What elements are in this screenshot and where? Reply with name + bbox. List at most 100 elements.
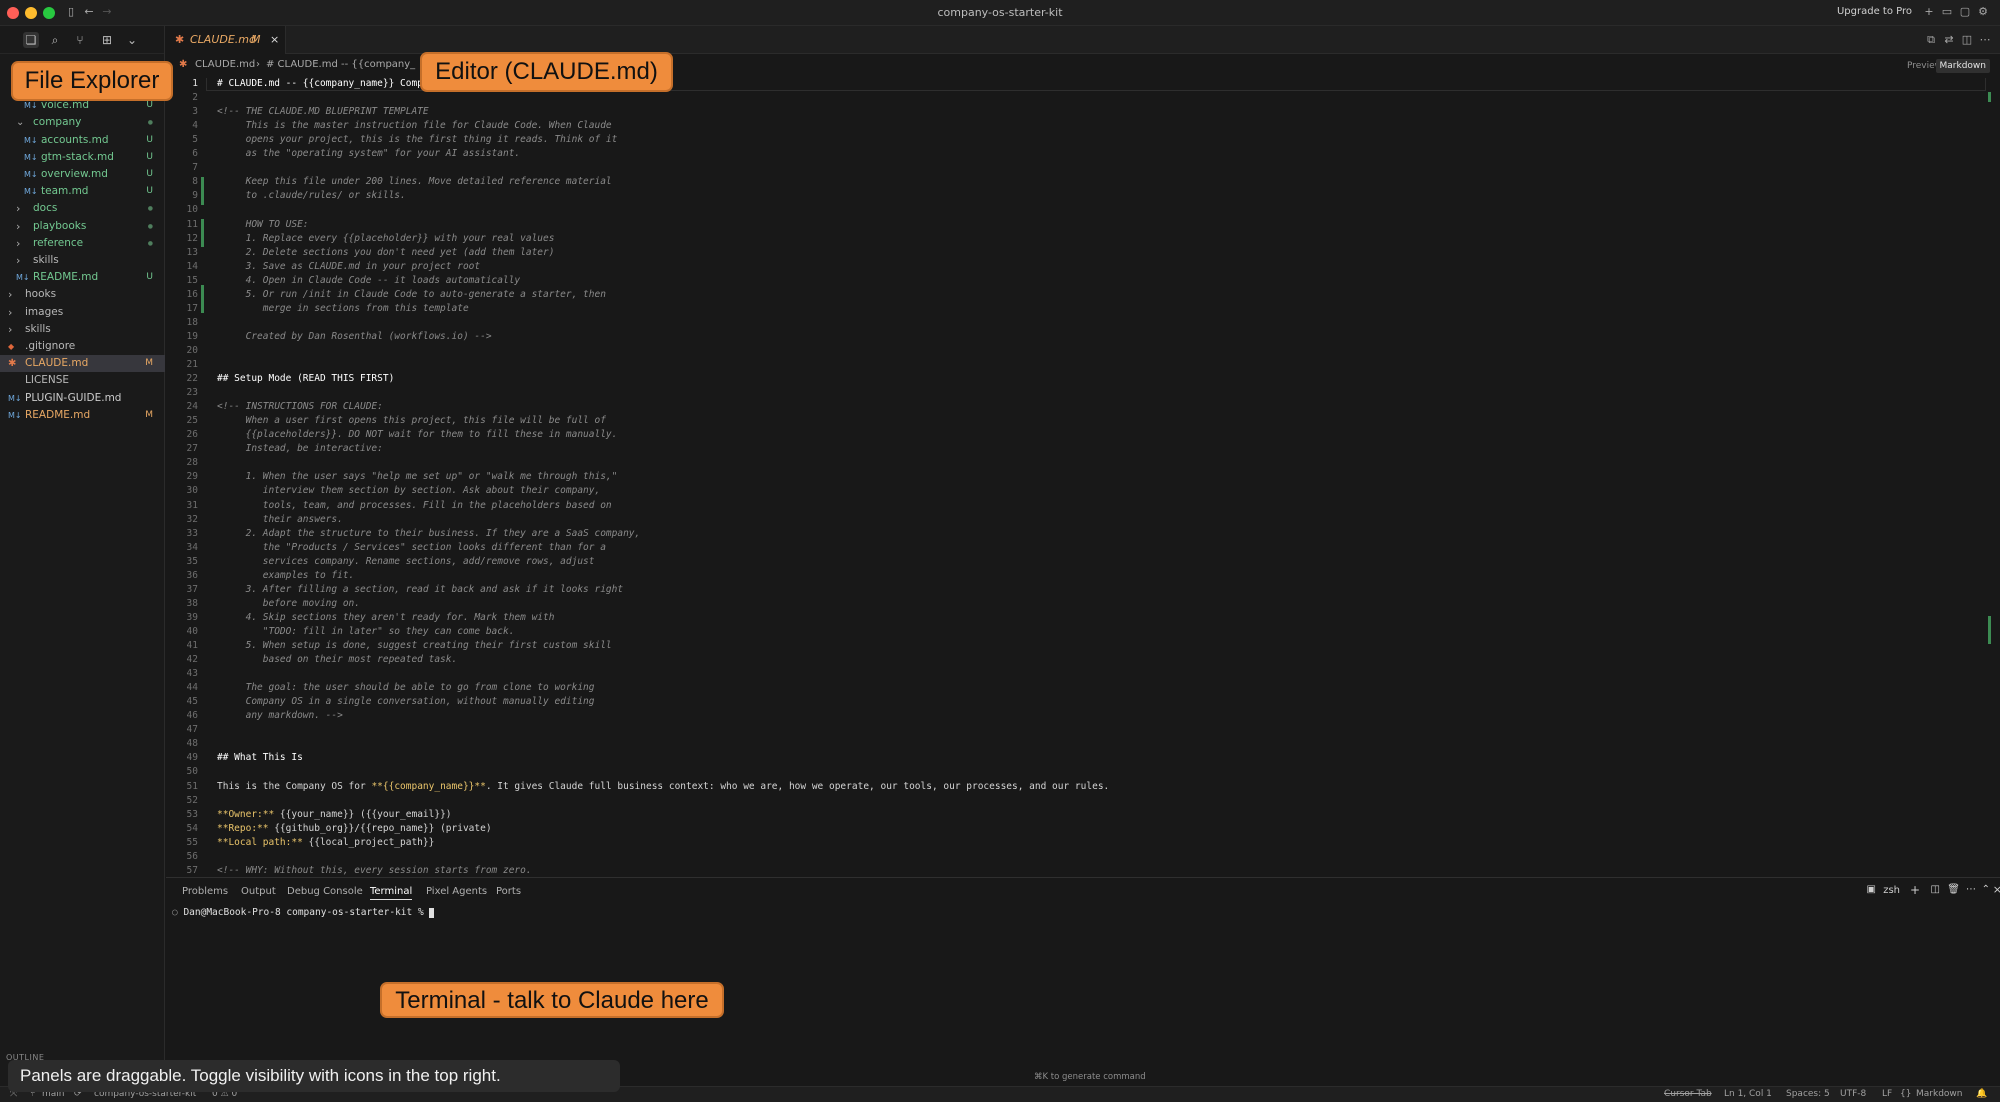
sidebar-item[interactable]: ⌄ company ● xyxy=(0,114,165,131)
tab-claude-md[interactable]: ✱ CLAUDE.md M × xyxy=(166,26,286,54)
line-number: 26 xyxy=(186,429,198,441)
code-line: ## Setup Mode (READ THIS FIRST) xyxy=(217,373,395,385)
line-number: 39 xyxy=(186,611,198,623)
sidebar-item-label: skills xyxy=(25,322,51,335)
panel-tab[interactable]: Terminal xyxy=(370,886,413,900)
split-terminal-icon[interactable]: ◫ xyxy=(1931,884,1940,895)
code-line: **Repo:** {{github_org}}/{{repo_name}} (… xyxy=(217,822,492,834)
breadcrumb-section[interactable]: # CLAUDE.md -- {{company_ xyxy=(266,56,415,74)
indentation[interactable]: Spaces: 5 xyxy=(1786,1087,1830,1102)
sidebar-item[interactable]: › skills xyxy=(0,252,165,269)
chat-icon[interactable]: ▢ xyxy=(1958,5,1972,19)
code-editor[interactable]: 1 # CLAUDE.md -- {{company_name}} Compa 2 3… xyxy=(166,78,1988,876)
chevron-right-icon: › xyxy=(16,236,21,250)
new-window-icon[interactable]: + xyxy=(1922,5,1936,19)
sidebar-item[interactable]: M↓ PLUGIN-GUIDE.md xyxy=(0,390,165,407)
source-control-icon[interactable]: ⑂ xyxy=(72,32,88,48)
code-line: <!-- WHY: Without this, every session st… xyxy=(217,864,532,876)
code-line: tools, team, and processes. Fill in the … xyxy=(217,499,612,511)
sidebar-item[interactable]: M↓ README.md U xyxy=(0,269,165,286)
sidebar-item[interactable]: › hooks xyxy=(0,286,165,303)
trash-icon[interactable]: 🗑 xyxy=(1947,884,1960,895)
terminal-prompt-line[interactable]: ○ Dan@MacBook-Pro-8 company-os-starter-k… xyxy=(172,907,435,918)
sidebar-item[interactable]: M↓ gtm-stack.md U xyxy=(0,149,165,166)
line-number: 33 xyxy=(186,527,198,539)
language-mode[interactable]: Markdown xyxy=(1916,1087,1962,1102)
line-number: 34 xyxy=(186,541,198,553)
panel-tab[interactable]: Problems xyxy=(182,886,228,897)
line-number: 30 xyxy=(186,485,198,497)
sidebar-item[interactable]: ◆ .gitignore xyxy=(0,338,165,355)
line-number: 12 xyxy=(186,232,198,244)
code-line: 1. Replace every {{placeholder}} with yo… xyxy=(217,232,555,244)
sidebar-item-label: accounts.md xyxy=(41,133,109,146)
bell-icon[interactable]: 🔔 xyxy=(1976,1087,1987,1102)
panel-tab[interactable]: Output xyxy=(241,886,276,897)
chevron-down-icon[interactable]: ⌄ xyxy=(124,32,140,48)
new-terminal-icon[interactable]: + xyxy=(1910,883,1920,897)
line-number: 57 xyxy=(186,864,198,876)
sidebar-item[interactable]: M↓ team.md U xyxy=(0,183,165,200)
git-status-badge: ● xyxy=(147,239,153,247)
open-preview-icon[interactable]: ⧉ xyxy=(1924,33,1938,47)
markdown-mode-button[interactable]: Markdown xyxy=(1935,59,1990,73)
terminal-shell-icon[interactable]: ▣ xyxy=(1867,884,1876,895)
sidebar-item[interactable]: M↓ accounts.md U xyxy=(0,132,165,149)
maximize-panel-icon[interactable]: ⌃ xyxy=(1982,884,1990,895)
minimap-mark xyxy=(1988,92,1991,102)
toggle-panel-icon[interactable]: ▭ xyxy=(1940,5,1954,19)
cursor-position[interactable]: Ln 1, Col 1 xyxy=(1724,1087,1772,1102)
git-status-badge: U xyxy=(146,134,153,145)
line-number: 36 xyxy=(186,569,198,581)
chevron-right-icon: › xyxy=(16,219,21,233)
search-icon[interactable]: ⌕ xyxy=(47,32,63,48)
close-panel-icon[interactable]: × xyxy=(1993,883,2000,896)
line-number: 53 xyxy=(186,808,198,820)
cursor-tab-status[interactable]: Cursor Tab xyxy=(1664,1087,1712,1102)
sidebar-item[interactable]: › docs ● xyxy=(0,200,165,217)
line-number: 22 xyxy=(186,373,198,385)
tab-status: M xyxy=(251,33,261,46)
scrollbar-mark[interactable] xyxy=(1988,616,1991,644)
sidebar-item[interactable]: M↓ README.md M xyxy=(0,407,165,424)
breadcrumb-file[interactable]: CLAUDE.md xyxy=(195,56,255,74)
line-number: 41 xyxy=(186,640,198,651)
sidebar-item[interactable]: ✱ CLAUDE.md M xyxy=(0,355,165,373)
more-actions-icon[interactable]: ⋯ xyxy=(1978,33,1992,47)
panel-tab[interactable]: Ports xyxy=(496,886,521,897)
shell-label[interactable]: zsh xyxy=(1883,885,1900,896)
sidebar-item[interactable]: › playbooks ● xyxy=(0,218,165,235)
line-number: 48 xyxy=(186,738,198,750)
encoding[interactable]: UTF-8 xyxy=(1840,1087,1866,1102)
explorer-icon[interactable]: ❏ xyxy=(23,32,39,48)
code-line: to .claude/rules/ or skills. xyxy=(217,190,406,202)
sidebar-item[interactable]: LICENSE xyxy=(0,372,165,389)
compare-icon[interactable]: ⇄ xyxy=(1942,33,1956,47)
more-actions-icon[interactable]: ⋯ xyxy=(1966,884,1976,895)
code-line: 4. Skip sections they aren't ready for. … xyxy=(217,611,555,623)
code-line: "TODO: fill in later" so they can come b… xyxy=(217,625,515,637)
sidebar-item[interactable]: › images xyxy=(0,304,165,321)
close-tab-icon[interactable]: × xyxy=(270,26,279,54)
code-line: <!-- THE CLAUDE.MD BLUEPRINT TEMPLATE xyxy=(217,106,429,118)
sidebar-item[interactable]: › skills xyxy=(0,321,165,338)
split-editor-icon[interactable]: ◫ xyxy=(1960,33,1974,47)
sidebar-item[interactable]: › reference ● xyxy=(0,235,165,252)
line-endings[interactable]: LF xyxy=(1882,1087,1892,1102)
git-status-badge: M xyxy=(145,358,153,369)
code-line: **Local path:** {{local_project_path}} xyxy=(217,836,435,848)
panel-tab[interactable]: Debug Console xyxy=(287,886,363,897)
upgrade-to-pro-link[interactable]: Upgrade to Pro xyxy=(1837,6,1912,17)
chevron-down-icon: ⌄ xyxy=(16,117,25,129)
extensions-icon[interactable]: ⊞ xyxy=(99,32,115,48)
sidebar-item[interactable]: M↓ overview.md U xyxy=(0,166,165,183)
line-number: 44 xyxy=(186,682,198,694)
line-number: 49 xyxy=(186,752,198,764)
git-status-badge: ● xyxy=(147,222,153,230)
line-number: 8 xyxy=(192,176,198,188)
line-number: 32 xyxy=(186,513,198,525)
code-line: Keep this file under 200 lines. Move det… xyxy=(217,176,612,188)
panel-tab[interactable]: Pixel Agents xyxy=(426,886,487,897)
settings-icon[interactable]: ⚙ xyxy=(1976,5,1990,19)
line-number: 31 xyxy=(186,499,198,511)
